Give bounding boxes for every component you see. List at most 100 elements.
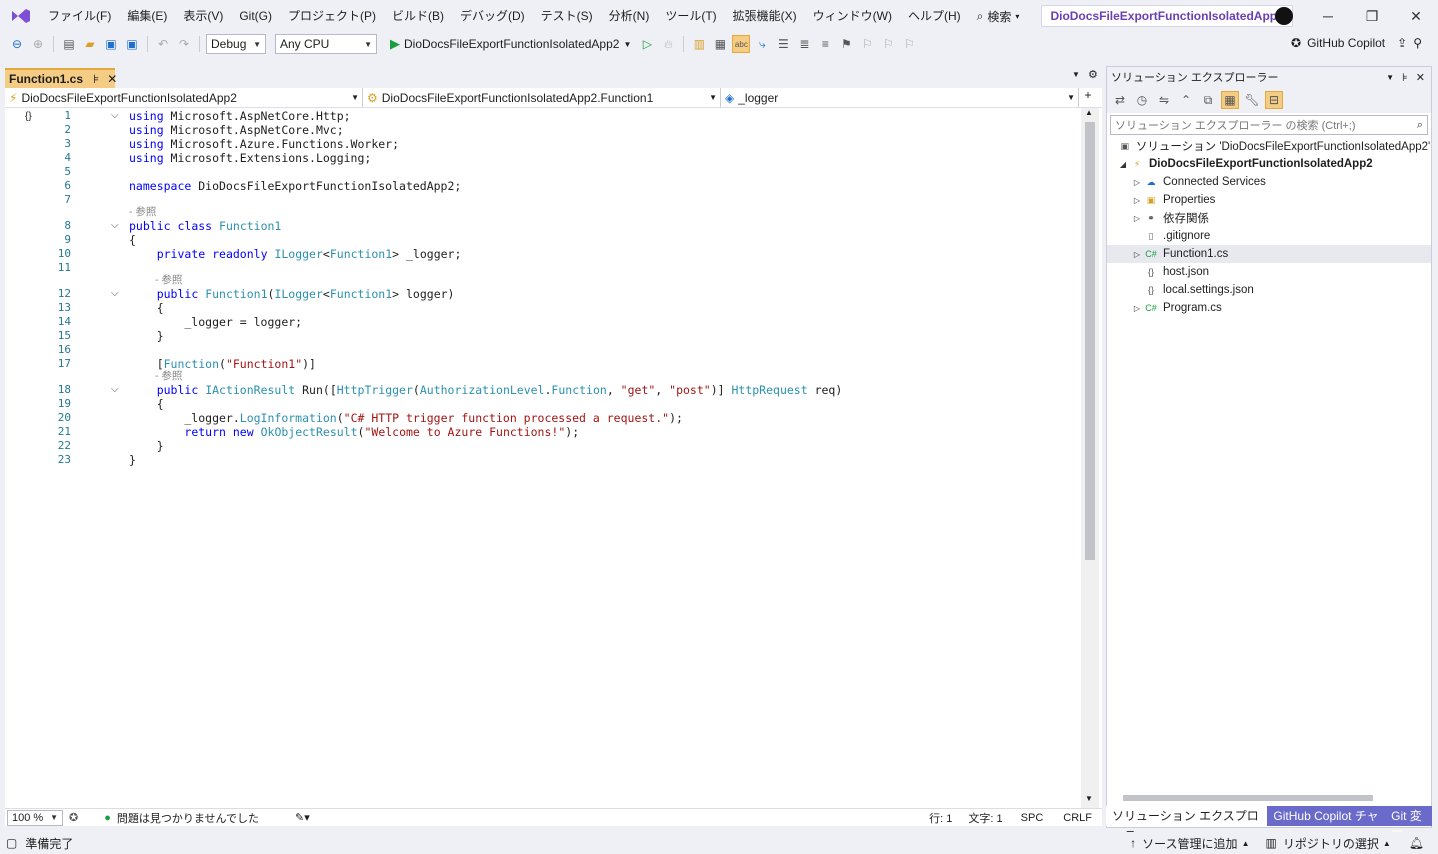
- scroll-down-icon[interactable]: ▼: [1085, 794, 1093, 803]
- back-icon[interactable]: ⊖: [8, 35, 26, 53]
- browser-link-icon[interactable]: ▥: [690, 35, 708, 53]
- code-line[interactable]: }: [129, 439, 164, 453]
- menu-debug[interactable]: デバッグ(D): [452, 5, 533, 27]
- scroll-up-icon[interactable]: ▲: [1085, 108, 1093, 117]
- whitespace-mode[interactable]: SPC: [1021, 812, 1044, 824]
- bookmark-clear-icon[interactable]: ⚐: [900, 35, 918, 53]
- code-line[interactable]: }: [129, 453, 136, 467]
- menu-window[interactable]: ウィンドウ(W): [805, 5, 900, 27]
- add-to-source-control[interactable]: ソース管理に追加: [1142, 835, 1237, 852]
- search-icon[interactable]: ⌕: [1417, 119, 1423, 132]
- uncomment-icon[interactable]: ≡: [816, 35, 834, 53]
- collapsed-arrow-icon[interactable]: ▷: [1131, 178, 1143, 187]
- restore-icon[interactable]: ❐: [1350, 0, 1394, 32]
- menu-view[interactable]: 表示(V): [175, 5, 231, 27]
- layout-icon[interactable]: ▦: [711, 35, 729, 53]
- bookmark-icon[interactable]: ⚑: [837, 35, 855, 53]
- bell-icon[interactable]: 🔔︎: [1409, 836, 1424, 850]
- collapsed-arrow-icon[interactable]: ▷: [1131, 304, 1143, 313]
- tree-item[interactable]: ▯ .gitignore: [1107, 227, 1431, 245]
- close-icon[interactable]: ✕: [1416, 71, 1425, 84]
- project-node[interactable]: ◢ ⚡ DioDocsFileExportFunctionIsolatedApp…: [1107, 155, 1431, 173]
- code-line[interactable]: using Microsoft.AspNetCore.Http;: [129, 109, 351, 123]
- code-line[interactable]: using Microsoft.Extensions.Logging;: [129, 151, 371, 165]
- cursor-column[interactable]: 文字: 1: [968, 810, 1002, 826]
- code-cleanup-icon[interactable]: ✎▾: [295, 811, 310, 824]
- scrollbar-thumb[interactable]: [1085, 122, 1095, 560]
- format-icon[interactable]: ☰: [774, 35, 792, 53]
- fold-toggle-icon[interactable]: ⌵: [111, 109, 119, 123]
- collapsed-arrow-icon[interactable]: ▷: [1131, 214, 1143, 223]
- code-line[interactable]: return new OkObjectResult("Welcome to Az…: [129, 425, 579, 439]
- tree-item[interactable]: ▷ ▣ Properties: [1107, 191, 1431, 209]
- step-icon[interactable]: ⤷: [753, 35, 771, 53]
- menu-tools[interactable]: ツール(T): [657, 5, 724, 27]
- codelens-reference[interactable]: - 参照: [129, 205, 156, 219]
- cursor-line[interactable]: 行: 1: [929, 810, 952, 826]
- solution-search-input[interactable]: ソリューション エクスプローラー の検索 (Ctrl+;) ⌕: [1110, 115, 1428, 135]
- save-icon[interactable]: ▣: [102, 35, 120, 53]
- filter-icon[interactable]: ⊟: [1265, 91, 1283, 109]
- tree-item[interactable]: ▷ ☁ Connected Services: [1107, 173, 1431, 191]
- menu-git[interactable]: Git(G): [231, 5, 280, 27]
- bookmark-next-icon[interactable]: ⚐: [879, 35, 897, 53]
- tree-item[interactable]: ▷ C# Program.cs: [1107, 299, 1431, 317]
- zoom-select[interactable]: 100 % ▼: [7, 809, 63, 826]
- minimize-icon[interactable]: ─: [1306, 0, 1350, 32]
- code-line[interactable]: {: [129, 301, 164, 315]
- preview-selected-icon[interactable]: ▦: [1221, 91, 1239, 109]
- feedback-icon[interactable]: ⚲: [1413, 36, 1422, 50]
- pending-changes-icon[interactable]: ◷: [1133, 91, 1151, 109]
- split-window-icon[interactable]: +: [1079, 88, 1097, 107]
- issues-status[interactable]: 問題は見つかりませんでした: [117, 810, 259, 826]
- search-button[interactable]: ⌕ 検索 ▾: [969, 8, 1028, 25]
- fold-toggle-icon[interactable]: ⌵: [111, 219, 119, 233]
- codelens-reference[interactable]: - 参照: [155, 369, 182, 383]
- menu-help[interactable]: ヘルプ(H): [900, 5, 969, 27]
- start-without-debugging-icon[interactable]: ▷: [638, 35, 656, 53]
- tree-item[interactable]: ▷ ⚭ 依存関係: [1107, 209, 1431, 227]
- code-line[interactable]: using Microsoft.Azure.Functions.Worker;: [129, 137, 399, 151]
- copilot-status-icon[interactable]: ✪: [69, 811, 78, 824]
- tab-solution-explorer[interactable]: ソリューション エクスプローラー: [1106, 806, 1268, 843]
- pin-icon[interactable]: ⊧: [1402, 71, 1408, 84]
- tree-item[interactable]: {} local.settings.json: [1107, 281, 1431, 299]
- forward-icon[interactable]: ⊕: [29, 35, 47, 53]
- expanded-arrow-icon[interactable]: ◢: [1117, 160, 1129, 169]
- solution-platform-select[interactable]: Any CPU ▼: [275, 34, 377, 54]
- tree-item[interactable]: ▷ C# Function1.cs: [1107, 245, 1431, 263]
- type-dropdown[interactable]: ⚙ DioDocsFileExportFunctionIsolatedApp2.…: [363, 88, 721, 107]
- fold-toggle-icon[interactable]: ⌵: [111, 383, 119, 397]
- line-ending[interactable]: CRLF: [1063, 812, 1092, 824]
- solution-node[interactable]: ▣ ソリューション 'DioDocsFileExportFunctionIsol…: [1107, 137, 1431, 155]
- code-line[interactable]: public class Function1: [129, 219, 281, 233]
- code-line[interactable]: }: [129, 329, 164, 343]
- menu-file[interactable]: ファイル(F): [40, 5, 119, 27]
- visual-studio-logo-icon[interactable]: [10, 7, 32, 25]
- menu-analyze[interactable]: 分析(N): [601, 5, 658, 27]
- code-line[interactable]: _logger.LogInformation("C# HTTP trigger …: [129, 411, 683, 425]
- switch-views-icon[interactable]: ⇄: [1111, 91, 1129, 109]
- menu-build[interactable]: ビルド(B): [384, 5, 452, 27]
- tab-copilot-chat[interactable]: GitHub Copilot チャット: [1267, 806, 1386, 843]
- account-avatar[interactable]: [1262, 0, 1306, 32]
- select-repository[interactable]: リポジトリの選択: [1283, 835, 1379, 852]
- collapse-all-icon[interactable]: ⌃: [1177, 91, 1195, 109]
- gear-icon[interactable]: ⚙: [1088, 68, 1098, 81]
- menu-project[interactable]: プロジェクト(P): [280, 5, 384, 27]
- open-folder-icon[interactable]: ▰: [81, 35, 99, 53]
- menu-test[interactable]: テスト(S): [533, 5, 601, 27]
- show-all-files-icon[interactable]: ⧉: [1199, 91, 1217, 109]
- code-line[interactable]: {: [129, 397, 164, 411]
- bookmark-prev-icon[interactable]: ⚐: [858, 35, 876, 53]
- code-line[interactable]: namespace DioDocsFileExportFunctionIsola…: [129, 179, 461, 193]
- code-line[interactable]: using Microsoft.AspNetCore.Mvc;: [129, 123, 344, 137]
- code-line[interactable]: {: [129, 233, 136, 247]
- code-line[interactable]: public IActionResult Run([HttpTrigger(Au…: [129, 383, 843, 397]
- save-all-icon[interactable]: ▣: [123, 35, 141, 53]
- dropdown-icon[interactable]: ▼: [1386, 73, 1394, 82]
- undo-icon[interactable]: ↶: [154, 35, 172, 53]
- vertical-scrollbar[interactable]: ▲ ▼: [1081, 108, 1099, 808]
- tab-function1[interactable]: Function1.cs ⊧ ✕: [5, 68, 117, 88]
- collapsed-arrow-icon[interactable]: ▷: [1131, 196, 1143, 205]
